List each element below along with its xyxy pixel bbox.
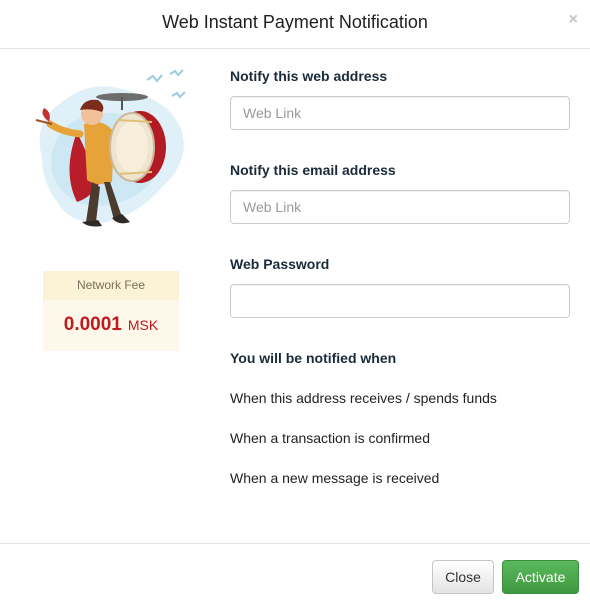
web-password-input[interactable] (230, 284, 570, 318)
web-address-label: Notify this web address (230, 68, 388, 84)
notify-item-confirmed: When a transaction is confirmed (230, 430, 430, 446)
web-password-label: Web Password (230, 256, 330, 272)
close-button[interactable]: Close (432, 560, 494, 594)
drummer-mascot-illustration (35, 69, 186, 227)
email-address-label: Notify this email address (230, 162, 396, 178)
activate-button[interactable]: Activate (502, 560, 579, 594)
network-fee-label: Network Fee (43, 271, 179, 300)
network-fee-box: Network Fee 0.0001 MSK (43, 271, 179, 351)
web-address-input[interactable] (230, 96, 570, 130)
dialog-header: Web Instant Payment Notification × (0, 0, 590, 49)
notify-item-funds: When this address receives / spends fund… (230, 390, 497, 406)
payment-notification-dialog: Web Instant Payment Notification × Netwo… (0, 0, 590, 603)
network-fee-unit: MSK (127, 317, 159, 333)
notify-heading: You will be notified when (230, 350, 397, 366)
dialog-footer: Close Activate (0, 543, 590, 603)
notify-item-message: When a new message is received (230, 470, 440, 486)
dialog-title: Web Instant Payment Notification (162, 12, 428, 32)
email-address-input[interactable] (230, 190, 570, 224)
network-fee-value: 0.0001 MSK (43, 314, 179, 336)
close-icon[interactable]: × (569, 11, 578, 29)
network-fee-amount: 0.0001 (63, 314, 122, 335)
